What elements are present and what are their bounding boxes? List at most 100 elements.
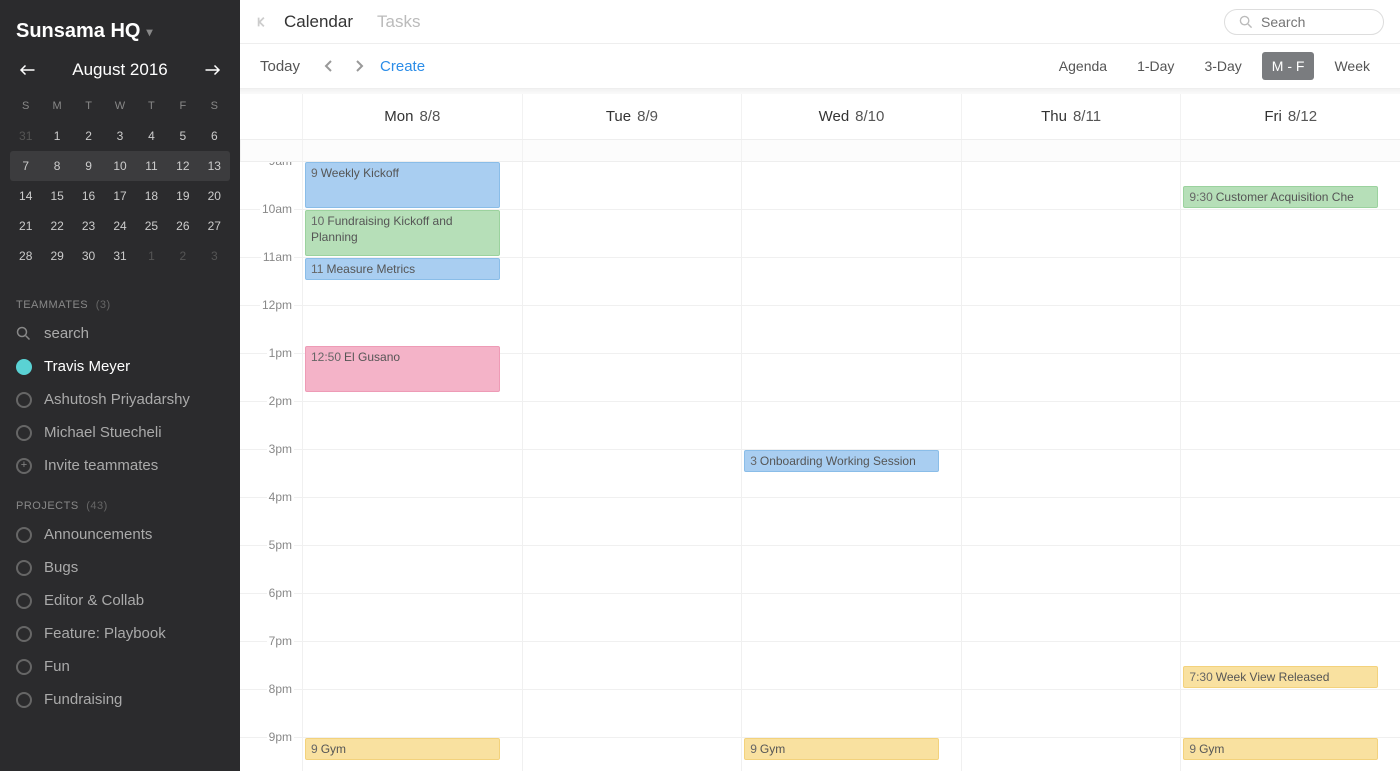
nav-tab-calendar[interactable]: Calendar [284, 12, 353, 31]
calendar-event[interactable]: 9Gym [744, 738, 939, 760]
calendar-event[interactable]: 9Weekly Kickoff [305, 162, 500, 208]
mini-cal-day[interactable]: 18 [136, 181, 167, 211]
project-item[interactable]: Editor & Collab [0, 584, 240, 617]
teammate-search[interactable]: search [0, 317, 240, 350]
day-header[interactable]: Tue8/9 [522, 94, 742, 139]
day-date: 8/12 [1288, 108, 1317, 125]
mini-cal-day[interactable]: 1 [41, 121, 72, 151]
workspace-switcher[interactable]: Sunsama HQ ▾ [0, 14, 240, 55]
view-tab[interactable]: Week [1324, 52, 1380, 80]
search-input[interactable] [1261, 14, 1369, 30]
hour-label: 9am [267, 162, 294, 168]
mini-cal-day[interactable]: 11 [136, 151, 167, 181]
view-tab[interactable]: 1-Day [1127, 52, 1184, 80]
calendar-event[interactable]: 9Gym [1183, 738, 1378, 760]
mini-cal-day[interactable]: 2 [73, 121, 104, 151]
next-period-button[interactable] [350, 59, 368, 73]
day-header[interactable]: Thu8/11 [961, 94, 1181, 139]
day-of-week: Thu [1041, 108, 1067, 125]
mini-cal-day[interactable]: 8 [41, 151, 72, 181]
view-tab[interactable]: M - F [1262, 52, 1315, 80]
mini-cal-day[interactable]: 6 [199, 121, 230, 151]
mini-cal-day[interactable]: 10 [104, 151, 135, 181]
mini-cal-day[interactable]: 25 [136, 211, 167, 241]
mini-cal-day[interactable]: 2 [167, 241, 198, 271]
calendar-event[interactable]: 11Measure Metrics [305, 258, 500, 280]
mini-cal-day[interactable]: 17 [104, 181, 135, 211]
mini-cal-day[interactable]: 3 [104, 121, 135, 151]
teammate-item[interactable]: Ashutosh Priyadarshy [0, 383, 240, 416]
mini-cal-day[interactable]: 20 [199, 181, 230, 211]
calendar-event[interactable]: 9:30Customer Acquisition Che [1183, 186, 1378, 208]
view-tab[interactable]: 3-Day [1194, 52, 1251, 80]
mini-cal-day[interactable]: 1 [136, 241, 167, 271]
mini-cal-day[interactable]: 29 [41, 241, 72, 271]
mini-cal-day[interactable]: 31 [10, 121, 41, 151]
invite-teammates[interactable]: + Invite teammates [0, 449, 240, 482]
project-name: Feature: Playbook [44, 625, 166, 642]
prev-month-button[interactable] [16, 59, 38, 81]
day-header[interactable]: Mon8/8 [302, 94, 522, 139]
day-column[interactable] [522, 162, 742, 771]
day-header[interactable]: Fri8/12 [1180, 94, 1400, 139]
project-item[interactable]: Bugs [0, 551, 240, 584]
project-item[interactable]: Announcements [0, 518, 240, 551]
calendar-event[interactable]: 7:30Week View Released [1183, 666, 1378, 688]
mini-cal-day[interactable]: 3 [199, 241, 230, 271]
mini-cal-day[interactable]: 30 [73, 241, 104, 271]
create-button[interactable]: Create [380, 58, 425, 75]
day-column[interactable] [961, 162, 1181, 771]
next-month-button[interactable] [202, 59, 224, 81]
mini-cal-day[interactable]: 15 [41, 181, 72, 211]
allday-cell[interactable] [522, 140, 742, 161]
day-header[interactable]: Wed8/10 [741, 94, 961, 139]
mini-cal-day[interactable]: 4 [136, 121, 167, 151]
global-search[interactable] [1224, 9, 1384, 35]
mini-cal-day[interactable]: 31 [104, 241, 135, 271]
calendar-event[interactable]: 3Onboarding Working Session [744, 450, 939, 472]
calendar-grid[interactable]: 9am10am11am12pm1pm2pm3pm4pm5pm6pm7pm8pm9… [240, 162, 1400, 771]
nav-tab-tasks[interactable]: Tasks [377, 12, 420, 31]
mini-cal-day[interactable]: 14 [10, 181, 41, 211]
mini-cal-day[interactable]: 27 [199, 211, 230, 241]
calendar-event[interactable]: 10Fundraising Kickoff and Planning [305, 210, 500, 256]
project-item[interactable]: Feature: Playbook [0, 617, 240, 650]
mini-cal-day[interactable]: 19 [167, 181, 198, 211]
mini-cal-day[interactable]: 22 [41, 211, 72, 241]
collapse-sidebar-button[interactable] [256, 15, 270, 29]
teammate-item[interactable]: Travis Meyer [0, 350, 240, 383]
today-button[interactable]: Today [260, 58, 300, 75]
mini-cal-day[interactable]: 12 [167, 151, 198, 181]
hour-label: 6pm [267, 586, 294, 600]
allday-cell[interactable] [961, 140, 1181, 161]
mini-cal-day[interactable]: 28 [10, 241, 41, 271]
day-column[interactable]: 9:30Customer Acquisition Che 7:30Week Vie… [1180, 162, 1400, 771]
mini-cal-dow: W [104, 91, 135, 121]
prev-period-button[interactable] [320, 59, 338, 73]
topbar: Calendar Tasks [240, 0, 1400, 44]
allday-cell[interactable] [1180, 140, 1400, 161]
mini-cal-day[interactable]: 23 [73, 211, 104, 241]
project-item[interactable]: Fun [0, 650, 240, 683]
allday-cell[interactable] [302, 140, 522, 161]
day-headers-row: Mon8/8Tue8/9Wed8/10Thu8/11Fri8/12 [240, 94, 1400, 140]
status-active-icon [16, 359, 32, 375]
view-tab[interactable]: Agenda [1049, 52, 1117, 80]
event-time: 9 [311, 742, 318, 756]
mini-cal-day[interactable]: 7 [10, 151, 41, 181]
mini-cal-day[interactable]: 9 [73, 151, 104, 181]
allday-cell[interactable] [741, 140, 961, 161]
mini-cal-day[interactable]: 26 [167, 211, 198, 241]
day-column[interactable]: 9Weekly Kickoff10Fundraising Kickoff and… [302, 162, 522, 771]
calendar-event[interactable]: 12:50El Gusano [305, 346, 500, 392]
mini-cal-day[interactable]: 16 [73, 181, 104, 211]
calendar-event[interactable]: 9Gym [305, 738, 500, 760]
mini-cal-day[interactable]: 24 [104, 211, 135, 241]
mini-cal-day[interactable]: 21 [10, 211, 41, 241]
project-color-icon [16, 593, 32, 609]
mini-cal-day[interactable]: 5 [167, 121, 198, 151]
day-column[interactable]: 3Onboarding Working Session 9Gym [741, 162, 961, 771]
teammate-item[interactable]: Michael Stuecheli [0, 416, 240, 449]
mini-cal-day[interactable]: 13 [199, 151, 230, 181]
project-item[interactable]: Fundraising [0, 683, 240, 716]
